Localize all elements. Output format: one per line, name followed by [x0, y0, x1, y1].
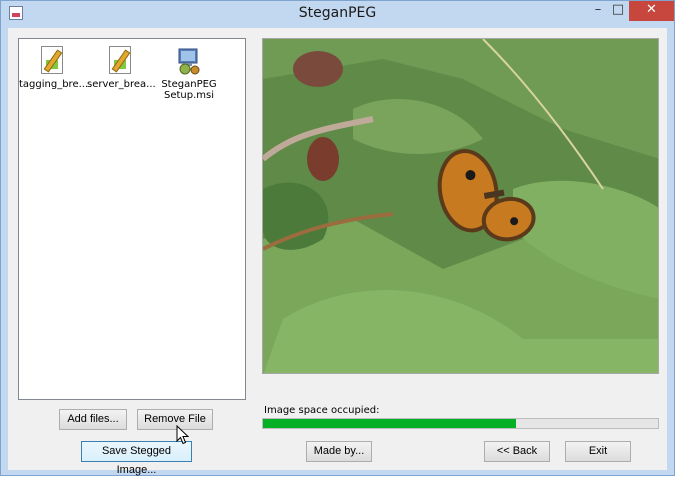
list-item[interactable]: server_brea...	[87, 45, 156, 90]
mouse-cursor-icon	[176, 425, 189, 445]
script-file-icon	[38, 45, 68, 77]
image-preview	[262, 38, 659, 374]
add-files-button[interactable]: Add files...	[59, 409, 127, 430]
msi-installer-icon	[174, 45, 204, 77]
file-label-line1: SteganPEG	[161, 79, 217, 90]
file-list[interactable]: tagging_bre... server_brea... SteganPEG …	[18, 38, 246, 400]
client-area: tagging_bre... server_brea... SteganPEG …	[8, 28, 667, 476]
made-by-button[interactable]: Made by...	[306, 441, 372, 462]
maximize-button[interactable]: □	[605, 1, 631, 21]
title-bar[interactable]: SteganPEG – □ ✕	[1, 1, 674, 27]
file-label-line2: Setup.msi	[163, 90, 214, 101]
remove-file-button[interactable]: Remove File	[137, 409, 213, 430]
exit-button[interactable]: Exit	[565, 441, 631, 462]
file-label: tagging_bre...	[19, 79, 89, 90]
list-item[interactable]: SteganPEG Setup.msi	[155, 45, 223, 101]
window-title: SteganPEG	[298, 5, 377, 21]
list-item[interactable]: tagging_bre...	[19, 45, 89, 90]
script-file-icon	[106, 45, 136, 77]
app-window: SteganPEG – □ ✕ tagging_bre... server_br…	[0, 0, 675, 476]
file-label: server_brea...	[87, 79, 156, 90]
image-space-label: Image space occupied:	[264, 405, 380, 416]
progress-fill	[263, 419, 516, 428]
back-button[interactable]: << Back	[484, 441, 550, 462]
butterfly-photo	[263, 39, 658, 373]
image-space-progress	[262, 418, 659, 429]
close-button[interactable]: ✕	[629, 1, 674, 21]
